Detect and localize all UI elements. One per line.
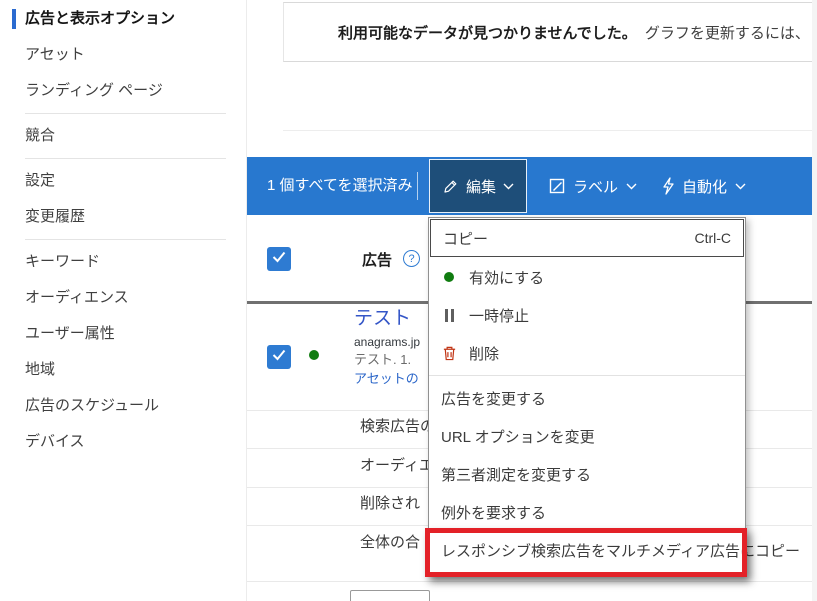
- label-icon: [549, 178, 565, 194]
- sidebar-divider: [25, 239, 226, 240]
- page: 広告と表示オプション アセット ランディング ページ 競合 設定 変更履歴 キー…: [0, 0, 817, 601]
- menu-item-delete-label: 削除: [469, 343, 499, 364]
- lightning-icon: [662, 177, 674, 195]
- menu-item-delete[interactable]: 削除: [429, 334, 745, 372]
- sidebar-item-locations[interactable]: 地域: [0, 352, 246, 388]
- sidebar-divider: [25, 113, 226, 114]
- summary-row-label: オーディエ: [360, 454, 434, 475]
- trash-icon: [441, 345, 457, 361]
- help-icon[interactable]: ?: [403, 250, 420, 267]
- sidebar-item-ads-extensions[interactable]: 広告と表示オプション: [0, 1, 246, 37]
- menu-item-change-third-party-label: 第三者測定を変更する: [441, 464, 591, 485]
- menu-divider: [429, 375, 745, 376]
- chevron-down-icon: [503, 183, 514, 190]
- pause-icon: [441, 309, 457, 322]
- sidebar-item-audiences[interactable]: オーディエンス: [0, 280, 246, 316]
- summary-row-label: 検索広告の: [360, 415, 435, 436]
- menu-item-copy-rsa-to-multimedia[interactable]: レスポンシブ検索広告をマルチメディア広告にコピー: [429, 531, 745, 569]
- sidebar-item-devices[interactable]: デバイス: [0, 424, 246, 460]
- menu-item-request-exception-label: 例外を要求する: [441, 502, 546, 523]
- menu-item-change-ad-label: 広告を変更する: [441, 388, 546, 409]
- main-content: 利用可能なデータが見つかりませんでした。 グラフを更新するには、 1 個すべてを…: [247, 0, 817, 601]
- selection-count-label: 1 個すべてを選択済み: [267, 157, 413, 215]
- no-data-notice: 利用可能なデータが見つかりませんでした。 グラフを更新するには、: [283, 2, 817, 62]
- copy-shortcut-label: Ctrl-C: [694, 230, 731, 246]
- status-enabled-icon: [309, 350, 319, 360]
- menu-item-pause-label: 一時停止: [469, 305, 529, 326]
- menu-item-change-ad[interactable]: 広告を変更する: [429, 379, 745, 417]
- menu-item-copy[interactable]: コピー Ctrl-C: [430, 219, 744, 257]
- edit-dropdown-menu: コピー Ctrl-C 有効にする 一時停止 削除 広告を変更する: [428, 217, 746, 577]
- row-divider: [247, 581, 817, 582]
- menu-item-enable[interactable]: 有効にする: [429, 258, 745, 296]
- select-all-checkbox[interactable]: [267, 247, 291, 271]
- menu-item-change-third-party[interactable]: 第三者測定を変更する: [429, 455, 745, 493]
- sidebar-item-competition[interactable]: 競合: [0, 118, 246, 154]
- label-button-label: ラベル: [573, 176, 618, 197]
- column-header-ads[interactable]: 広告: [362, 249, 392, 270]
- menu-item-copy-label: コピー: [443, 228, 488, 249]
- toolbar-separator: [417, 172, 418, 200]
- panel-divider: [283, 130, 817, 131]
- edit-button-label: 編集: [466, 176, 496, 197]
- enabled-dot-icon: [441, 272, 457, 282]
- sidebar-item-keywords[interactable]: キーワード: [0, 244, 246, 280]
- sidebar-item-demographics[interactable]: ユーザー属性: [0, 316, 246, 352]
- menu-item-enable-label: 有効にする: [469, 267, 544, 288]
- chevron-down-icon: [626, 183, 637, 190]
- chevron-down-icon: [735, 183, 746, 190]
- page-size-select[interactable]: [350, 590, 430, 601]
- sidebar-item-landing-pages[interactable]: ランディング ページ: [0, 73, 246, 109]
- sidebar-item-ad-schedule[interactable]: 広告のスケジュール: [0, 388, 246, 424]
- row-checkbox[interactable]: [267, 345, 291, 369]
- sidebar-item-change-history[interactable]: 変更履歴: [0, 199, 246, 235]
- menu-item-pause[interactable]: 一時停止: [429, 296, 745, 334]
- no-data-hint: グラフを更新するには、: [645, 22, 810, 43]
- automate-button[interactable]: 自動化: [652, 157, 756, 215]
- summary-row-label: 全体の合: [360, 531, 420, 552]
- sidebar: 広告と表示オプション アセット ランディング ページ 競合 設定 変更履歴 キー…: [0, 0, 247, 601]
- no-data-message: 利用可能なデータが見つかりませんでした。: [338, 22, 637, 43]
- selection-toolbar: 1 個すべてを選択済み 編集 ラベル: [247, 157, 817, 215]
- check-icon: [272, 348, 286, 366]
- sidebar-item-assets[interactable]: アセット: [0, 37, 246, 73]
- menu-item-request-exception[interactable]: 例外を要求する: [429, 493, 745, 531]
- automate-button-label: 自動化: [682, 176, 727, 197]
- edit-button[interactable]: 編集: [429, 159, 527, 213]
- label-button[interactable]: ラベル: [535, 157, 651, 215]
- summary-row-label: 削除され: [360, 492, 420, 513]
- menu-item-change-url-options-label: URL オプションを変更: [441, 426, 595, 447]
- pencil-icon: [442, 178, 459, 195]
- sidebar-divider: [25, 158, 226, 159]
- menu-item-copy-rsa-label: レスポンシブ検索広告をマルチメディア広告にコピー: [441, 540, 800, 561]
- check-icon: [272, 250, 286, 268]
- menu-item-change-url-options[interactable]: URL オプションを変更: [429, 417, 745, 455]
- scrollbar-track[interactable]: [812, 0, 817, 601]
- sidebar-item-settings[interactable]: 設定: [0, 163, 246, 199]
